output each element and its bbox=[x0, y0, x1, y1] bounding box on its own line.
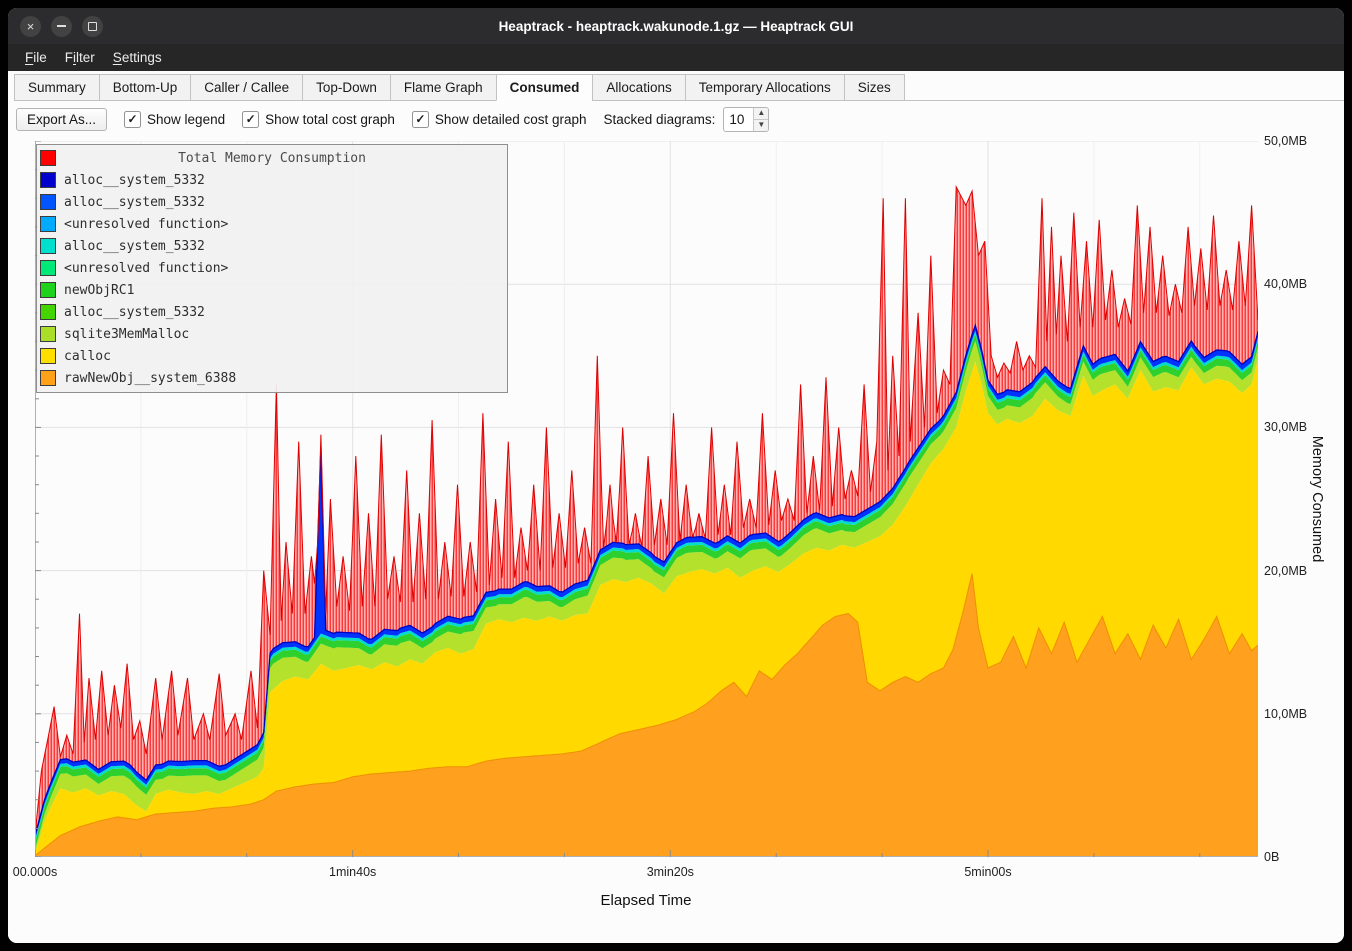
legend-item: rawNewObj__system_6388 bbox=[37, 367, 507, 389]
checkbox-box[interactable]: ✓ bbox=[412, 111, 429, 128]
legend-item: sqlite3MemMalloc bbox=[37, 323, 507, 345]
minimize-icon bbox=[57, 25, 66, 27]
y-tick-label: 20,0MB bbox=[1264, 564, 1307, 578]
chart-legend: Total Memory Consumption alloc__system_5… bbox=[36, 144, 508, 393]
menu-settings[interactable]: Settings bbox=[104, 46, 171, 69]
toolbar: Export As... ✓ Show legend ✓ Show total cos… bbox=[16, 104, 769, 134]
desktop-background: × Heaptrack - heaptrack.wakunode.1.gz — … bbox=[0, 0, 1352, 951]
tab-allocations[interactable]: Allocations bbox=[592, 74, 684, 101]
content: SummaryBottom-UpCaller / CalleeTop-DownF… bbox=[8, 71, 1344, 943]
menu-filter[interactable]: Filter bbox=[56, 46, 104, 69]
legend-swatch bbox=[40, 304, 56, 320]
y-tick-label: 50,0MB bbox=[1264, 134, 1307, 148]
checkbox-box[interactable]: ✓ bbox=[242, 111, 259, 128]
legend-swatch bbox=[40, 370, 56, 386]
legend-swatch bbox=[40, 260, 56, 276]
legend-item: alloc__system_5332 bbox=[37, 169, 507, 191]
heaptrack-window: × Heaptrack - heaptrack.wakunode.1.gz — … bbox=[8, 8, 1344, 943]
y-tick-label: 10,0MB bbox=[1264, 707, 1307, 721]
checkbox-label: Show detailed cost graph bbox=[435, 112, 587, 127]
spinner-down-icon[interactable]: ▼ bbox=[754, 120, 768, 131]
legend-item: alloc__system_5332 bbox=[37, 191, 507, 213]
x-tick-label: 5min00s bbox=[964, 865, 1011, 879]
legend-swatch bbox=[40, 348, 56, 364]
tab-bottom-up[interactable]: Bottom-Up bbox=[99, 74, 191, 101]
x-tick-label: 1min40s bbox=[329, 865, 376, 879]
legend-label: sqlite3MemMalloc bbox=[64, 327, 189, 342]
tab-consumed[interactable]: Consumed bbox=[496, 74, 593, 101]
legend-title-row: Total Memory Consumption bbox=[37, 147, 507, 169]
checkbox-show-detailed-cost-graph[interactable]: ✓ Show detailed cost graph bbox=[412, 111, 587, 128]
legend-item: alloc__system_5332 bbox=[37, 235, 507, 257]
stacked-diagrams-label: Stacked diagrams: bbox=[604, 112, 716, 127]
legend-label: alloc__system_5332 bbox=[64, 305, 205, 320]
x-tick-label: 3min20s bbox=[647, 865, 694, 879]
legend-label: alloc__system_5332 bbox=[64, 195, 205, 210]
tab-bar: SummaryBottom-UpCaller / CalleeTop-DownF… bbox=[14, 73, 1344, 101]
maximize-button[interactable] bbox=[82, 16, 103, 37]
window-controls: × bbox=[20, 8, 103, 44]
window-title: Heaptrack - heaptrack.wakunode.1.gz — He… bbox=[8, 19, 1344, 34]
close-button[interactable]: × bbox=[20, 16, 41, 37]
legend-label: newObjRC1 bbox=[64, 283, 134, 298]
spinner-buttons: ▲ ▼ bbox=[753, 108, 768, 131]
minimize-button[interactable] bbox=[51, 16, 72, 37]
legend-item: alloc__system_5332 bbox=[37, 301, 507, 323]
tab-caller-callee[interactable]: Caller / Callee bbox=[190, 74, 302, 101]
menubar: FileFilterSettings bbox=[8, 44, 1344, 71]
toolbar-checkboxes: ✓ Show legend ✓ Show total cost graph ✓ Show … bbox=[124, 111, 587, 128]
stacked-diagrams-spinner[interactable]: 10 ▲ ▼ bbox=[723, 107, 769, 132]
memory-consumption-chart[interactable]: Total Memory Consumption alloc__system_5… bbox=[35, 141, 1258, 857]
tab-sizes[interactable]: Sizes bbox=[844, 74, 905, 101]
legend-title: Total Memory Consumption bbox=[37, 151, 507, 166]
titlebar[interactable]: × Heaptrack - heaptrack.wakunode.1.gz — … bbox=[8, 8, 1344, 44]
spinner-up-icon[interactable]: ▲ bbox=[754, 108, 768, 120]
y-tick-label: 40,0MB bbox=[1264, 277, 1307, 291]
checkbox-show-total-cost-graph[interactable]: ✓ Show total cost graph bbox=[242, 111, 395, 128]
x-axis-title: Elapsed Time bbox=[601, 892, 692, 909]
tab-summary[interactable]: Summary bbox=[14, 74, 99, 101]
legend-label: alloc__system_5332 bbox=[64, 239, 205, 254]
tab-temporary-allocations[interactable]: Temporary Allocations bbox=[685, 74, 844, 101]
x-tick-label: 00.000s bbox=[13, 865, 57, 879]
maximize-icon bbox=[88, 22, 97, 31]
checkbox-show-legend[interactable]: ✓ Show legend bbox=[124, 111, 225, 128]
legend-item: calloc bbox=[37, 345, 507, 367]
legend-swatch bbox=[40, 216, 56, 232]
y-tick-label: 30,0MB bbox=[1264, 420, 1307, 434]
legend-swatch bbox=[40, 172, 56, 188]
legend-item: <unresolved function> bbox=[37, 213, 507, 235]
tab-flame-graph[interactable]: Flame Graph bbox=[390, 74, 496, 101]
legend-item: newObjRC1 bbox=[37, 279, 507, 301]
legend-swatch bbox=[40, 194, 56, 210]
legend-label: alloc__system_5332 bbox=[64, 173, 205, 188]
menu-file[interactable]: File bbox=[16, 46, 56, 69]
checkbox-label: Show total cost graph bbox=[265, 112, 395, 127]
legend-label: calloc bbox=[64, 349, 111, 364]
export-as-button[interactable]: Export As... bbox=[16, 108, 107, 131]
legend-swatch bbox=[40, 282, 56, 298]
legend-item: <unresolved function> bbox=[37, 257, 507, 279]
legend-label: <unresolved function> bbox=[64, 261, 228, 276]
stacked-diagrams-value[interactable]: 10 bbox=[724, 108, 753, 131]
checkbox-box[interactable]: ✓ bbox=[124, 111, 141, 128]
checkbox-label: Show legend bbox=[147, 112, 225, 127]
y-axis-title: Memory Consumed bbox=[1309, 436, 1325, 563]
legend-swatch bbox=[40, 326, 56, 342]
legend-label: rawNewObj__system_6388 bbox=[64, 371, 236, 386]
legend-label: <unresolved function> bbox=[64, 217, 228, 232]
y-tick-label: 0B bbox=[1264, 850, 1279, 864]
legend-total-swatch bbox=[40, 150, 56, 166]
legend-swatch bbox=[40, 238, 56, 254]
tab-top-down[interactable]: Top-Down bbox=[302, 74, 390, 101]
